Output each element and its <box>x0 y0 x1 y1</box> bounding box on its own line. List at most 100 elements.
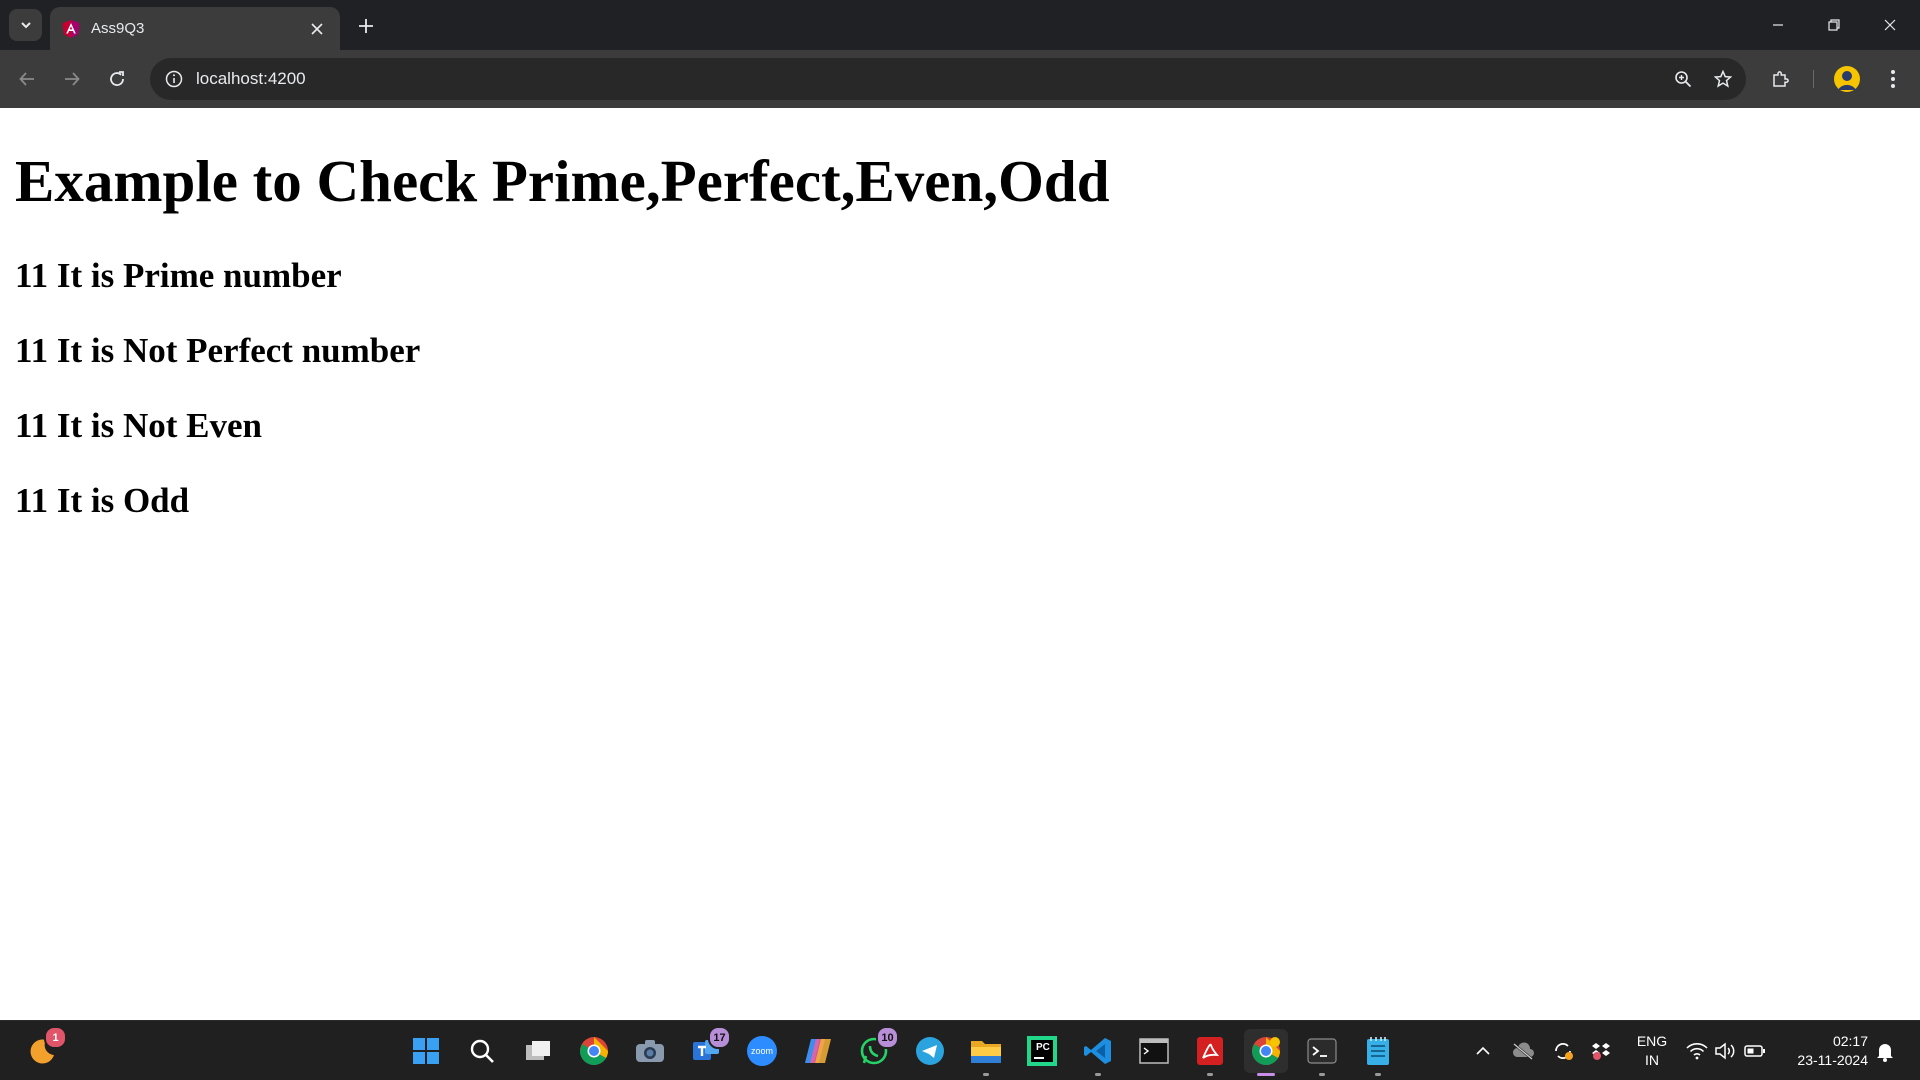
pycharm-app[interactable]: PC <box>1020 1029 1064 1073</box>
language-code: ENG <box>1636 1033 1668 1049</box>
tab-search-button[interactable] <box>9 9 42 41</box>
browser-tab-active[interactable]: Ass9Q3 <box>50 7 340 50</box>
running-indicator <box>1375 1073 1381 1076</box>
chrome-app[interactable] <box>572 1029 616 1073</box>
cmd-icon <box>1139 1038 1169 1064</box>
new-tab-button[interactable] <box>352 12 380 40</box>
sync-tray[interactable] <box>1548 1035 1578 1067</box>
close-icon <box>311 22 323 35</box>
profile-button[interactable] <box>1830 62 1864 96</box>
restore-icon <box>1828 19 1840 31</box>
start-button[interactable] <box>404 1029 448 1073</box>
minimize-button[interactable] <box>1750 0 1806 50</box>
bookmark-star-icon[interactable] <box>1706 62 1740 96</box>
vscode-app[interactable] <box>1076 1029 1120 1076</box>
notifications-button[interactable] <box>1870 1035 1900 1067</box>
close-window-button[interactable] <box>1862 0 1918 50</box>
windows-logo-icon <box>413 1038 439 1064</box>
running-indicator <box>1319 1073 1325 1076</box>
minimize-icon <box>1773 24 1783 26</box>
running-indicator <box>983 1073 989 1076</box>
clock[interactable]: 02:17 23-11-2024 <box>1780 1032 1868 1070</box>
arrow-right-icon <box>65 72 80 86</box>
reload-icon <box>110 71 124 86</box>
camera-app[interactable] <box>628 1029 672 1073</box>
search-button[interactable] <box>460 1029 504 1073</box>
result-prime: 11 It is Prime number <box>15 256 342 295</box>
terminal-cmd-app[interactable] <box>1132 1029 1176 1073</box>
restore-button[interactable] <box>1806 0 1862 50</box>
clock-date: 23-11-2024 <box>1797 1052 1868 1068</box>
arrow-left-icon <box>19 72 34 86</box>
weather-widget[interactable]: 1 <box>20 1026 67 1073</box>
result-perfect: 11 It is Not Perfect number <box>15 331 421 370</box>
teams-badge: 17 <box>708 1026 731 1049</box>
language-indicator[interactable]: ENG IN <box>1630 1032 1674 1070</box>
search-icon <box>470 1039 494 1063</box>
zoom-label: zoom <box>750 1046 773 1056</box>
zoom-app[interactable]: zoom <box>740 1029 784 1073</box>
chrome-menu-button[interactable] <box>1876 62 1910 96</box>
battery-tray[interactable] <box>1740 1035 1770 1067</box>
task-view-icon <box>526 1041 550 1060</box>
bell-icon <box>1877 1044 1893 1062</box>
sync-icon <box>1555 1043 1573 1060</box>
url-text: localhost:4200 <box>196 69 306 88</box>
file-explorer-app[interactable] <box>964 1029 1008 1076</box>
whatsapp-app[interactable]: 10 <box>852 1026 899 1073</box>
zoom-icon[interactable] <box>1666 62 1700 96</box>
region-code: IN <box>1645 1052 1659 1068</box>
avatar <box>1834 66 1860 92</box>
active-indicator <box>1257 1073 1275 1076</box>
extensions-button[interactable] <box>1764 62 1798 96</box>
taskbar: 1 17 zoom 10 PC ENG IN 02:17 23-11-2024 <box>0 1020 1920 1080</box>
kebab-menu-icon <box>1891 70 1895 88</box>
camera-icon <box>636 1040 664 1062</box>
wifi-icon <box>1686 1043 1708 1060</box>
chevron-up-icon <box>1476 1046 1490 1055</box>
show-hidden-icons-button[interactable] <box>1468 1035 1498 1067</box>
browser-toolbar: localhost:4200 <box>0 50 1920 158</box>
vscode-icon <box>1084 1038 1111 1064</box>
browser-tab-strip: Ass9Q3 <box>0 0 1920 50</box>
forward-button[interactable] <box>55 62 89 96</box>
clock-time: 02:17 <box>1832 1033 1868 1049</box>
task-view-button[interactable] <box>516 1029 560 1073</box>
result-odd: 11 It is Odd <box>15 481 190 520</box>
whatsapp-badge: 10 <box>876 1026 899 1049</box>
page-content: Example to Check Prime,Perfect,Even,Odd … <box>0 108 1920 1020</box>
puzzle-icon <box>1773 71 1789 87</box>
windows-terminal-app[interactable] <box>1300 1029 1344 1076</box>
address-bar[interactable]: localhost:4200 <box>150 58 1746 100</box>
telegram-app[interactable] <box>908 1029 952 1073</box>
cloud-offline-icon <box>1512 1042 1534 1060</box>
telegram-icon <box>916 1037 944 1065</box>
copilot-app[interactable] <box>796 1029 840 1073</box>
chrome-icon <box>1252 1037 1280 1065</box>
notepad-icon <box>1367 1037 1389 1065</box>
volume-tray[interactable] <box>1710 1035 1740 1067</box>
page-title: Example to Check Prime,Perfect,Even,Odd <box>15 148 1110 214</box>
folder-icon <box>971 1041 1001 1063</box>
wifi-tray[interactable] <box>1682 1035 1712 1067</box>
weather-badge: 1 <box>44 1026 67 1049</box>
back-button[interactable] <box>10 62 44 96</box>
reload-button[interactable] <box>100 62 134 96</box>
acrobat-app[interactable] <box>1188 1029 1232 1076</box>
chrome-profile-app[interactable] <box>1244 1029 1288 1076</box>
close-icon <box>1884 19 1896 31</box>
running-indicator <box>1207 1073 1213 1076</box>
terminal-icon <box>1307 1038 1337 1064</box>
app-tray[interactable] <box>1586 1035 1616 1067</box>
plus-icon <box>359 19 373 33</box>
toolbar-divider <box>1813 70 1814 88</box>
result-even: 11 It is Not Even <box>15 406 262 445</box>
site-info-icon[interactable] <box>162 67 186 91</box>
teams-app[interactable]: 17 <box>684 1026 731 1073</box>
tab-close-button[interactable] <box>306 18 328 40</box>
chrome-icon <box>580 1037 608 1065</box>
notepad-app[interactable] <box>1356 1029 1400 1076</box>
tab-title: Ass9Q3 <box>91 20 145 37</box>
onedrive-tray[interactable] <box>1508 1035 1538 1067</box>
battery-icon <box>1744 1045 1765 1057</box>
